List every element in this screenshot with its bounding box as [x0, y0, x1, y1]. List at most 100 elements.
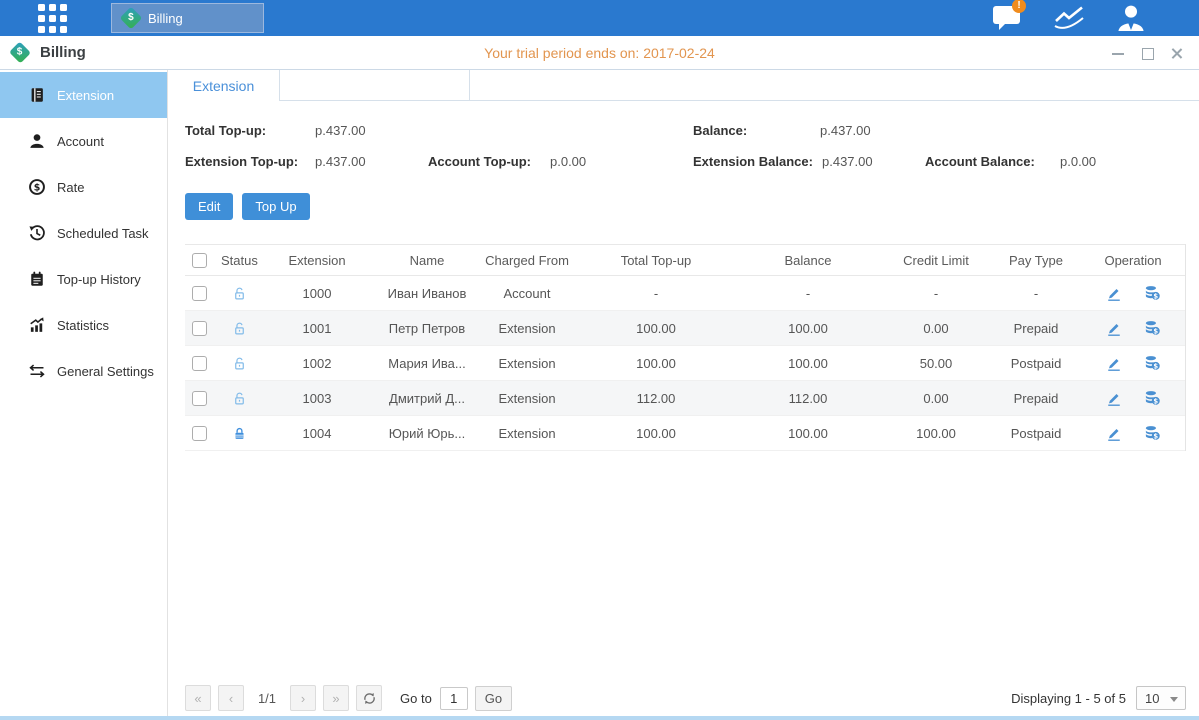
- cell-balance: 112.00: [735, 381, 881, 416]
- billing-diamond-icon: $: [120, 7, 143, 30]
- column-header-charged-from: Charged From: [477, 245, 577, 276]
- top-up-button[interactable]: Top Up: [242, 193, 309, 220]
- column-header-total-top-up: Total Top-up: [577, 245, 735, 276]
- status-unlocked-icon[interactable]: [232, 355, 247, 372]
- notepad-icon: [28, 270, 46, 288]
- status-unlocked-icon[interactable]: [232, 390, 247, 407]
- edit-button[interactable]: Edit: [185, 193, 233, 220]
- edit-row-icon[interactable]: [1105, 389, 1123, 407]
- row-checkbox[interactable]: [192, 391, 207, 406]
- window-bottom-edge: [0, 716, 1199, 720]
- cell-total-topup: 100.00: [577, 346, 735, 381]
- status-unlocked-icon[interactable]: [232, 285, 247, 302]
- sidebar-item-extension[interactable]: Extension: [0, 72, 167, 118]
- first-page-button[interactable]: «: [185, 685, 211, 711]
- messages-icon[interactable]: !: [991, 3, 1023, 33]
- status-unlocked-icon[interactable]: [232, 320, 247, 337]
- sidebar-item-rate[interactable]: Rate: [0, 164, 167, 210]
- last-page-button[interactable]: »: [323, 685, 349, 711]
- main-content: Extension Total Top-up: p.437.00 Balance…: [168, 70, 1199, 720]
- page-size-value: 10: [1145, 691, 1159, 706]
- extension-topup-label: Extension Top-up:: [185, 154, 315, 169]
- row-checkbox[interactable]: [192, 321, 207, 336]
- page-size-select[interactable]: 10: [1136, 686, 1186, 710]
- sidebar-item-label: Statistics: [57, 318, 109, 333]
- ledger-icon: [28, 86, 46, 104]
- status-locked-icon[interactable]: [232, 425, 247, 442]
- reports-chart-icon[interactable]: [1053, 3, 1085, 33]
- table-row: 1003 Дмитрий Д... Extension 112.00 112.0…: [185, 381, 1185, 416]
- goto-page-input[interactable]: [440, 687, 468, 710]
- cell-extension: 1003: [257, 381, 377, 416]
- cell-charged-from: Extension: [477, 346, 577, 381]
- topup-row-icon[interactable]: [1143, 284, 1161, 302]
- topup-row-icon[interactable]: [1143, 389, 1161, 407]
- app-grid-icon[interactable]: [38, 4, 67, 33]
- column-header-pay-type: Pay Type: [991, 245, 1081, 276]
- sidebar-item-top-up-history[interactable]: Top-up History: [0, 256, 167, 302]
- minimize-button[interactable]: [1111, 46, 1125, 60]
- sidebar-item-account[interactable]: Account: [0, 118, 167, 164]
- maximize-button[interactable]: [1140, 46, 1154, 60]
- sidebar-item-scheduled-task[interactable]: Scheduled Task: [0, 210, 167, 256]
- account-topup-label: Account Top-up:: [428, 154, 550, 169]
- tab-empty-slot: [280, 70, 470, 101]
- column-header-status: Status: [221, 245, 257, 276]
- go-button[interactable]: Go: [475, 686, 512, 711]
- sidebar-item-statistics[interactable]: Statistics: [0, 302, 167, 348]
- row-checkbox[interactable]: [192, 356, 207, 371]
- cell-name: Иван Иванов: [377, 276, 477, 311]
- cell-total-topup: 112.00: [577, 381, 735, 416]
- sidebar-item-label: Extension: [57, 88, 114, 103]
- edit-row-icon[interactable]: [1105, 284, 1123, 302]
- edit-row-icon[interactable]: [1105, 354, 1123, 372]
- topup-row-icon[interactable]: [1143, 354, 1161, 372]
- topup-row-icon[interactable]: [1143, 424, 1161, 442]
- table-header-row: StatusExtensionNameCharged FromTotal Top…: [185, 245, 1185, 276]
- refresh-button[interactable]: [356, 685, 382, 711]
- edit-row-icon[interactable]: [1105, 424, 1123, 442]
- prev-page-button[interactable]: ‹: [218, 685, 244, 711]
- notification-badge: !: [1012, 0, 1026, 13]
- sidebar-item-general-settings[interactable]: General Settings: [0, 348, 167, 394]
- table-row: 1001 Петр Петров Extension 100.00 100.00…: [185, 311, 1185, 346]
- topbar-right: !: [991, 3, 1147, 33]
- cell-total-topup: 100.00: [577, 311, 735, 346]
- column-header-operation: Operation: [1081, 245, 1185, 276]
- cell-pay-type: -: [991, 276, 1081, 311]
- extension-balance-value: p.437.00: [822, 154, 925, 169]
- column-header-credit-limit: Credit Limit: [881, 245, 991, 276]
- close-button[interactable]: [1169, 46, 1183, 60]
- tab-extension[interactable]: Extension: [168, 70, 280, 101]
- trial-notice: Your trial period ends on: 2017-02-24: [484, 45, 715, 61]
- edit-row-icon[interactable]: [1105, 319, 1123, 337]
- cell-pay-type: Prepaid: [991, 381, 1081, 416]
- app-tab-billing[interactable]: $ Billing: [111, 3, 264, 33]
- user-account-icon[interactable]: [1115, 3, 1147, 33]
- sidebar-item-label: Account: [57, 134, 104, 149]
- extension-topup-value: p.437.00: [315, 154, 428, 169]
- row-checkbox[interactable]: [192, 426, 207, 441]
- column-header-balance: Balance: [735, 245, 881, 276]
- cell-charged-from: Extension: [477, 381, 577, 416]
- cell-pay-type: Postpaid: [991, 346, 1081, 381]
- cell-name: Петр Петров: [377, 311, 477, 346]
- cell-total-topup: -: [577, 276, 735, 311]
- next-page-button[interactable]: ›: [290, 685, 316, 711]
- select-all-checkbox[interactable]: [192, 253, 207, 268]
- cell-total-topup: 100.00: [577, 416, 735, 451]
- cell-credit-limit: 100.00: [881, 416, 991, 451]
- sidebar-item-label: Scheduled Task: [57, 226, 149, 241]
- window-title: Billing: [40, 44, 86, 61]
- column-header-name: Name: [377, 245, 477, 276]
- history-clock-icon: [28, 224, 46, 242]
- sidebar: Extension Account Rate Scheduled Task To…: [0, 70, 168, 720]
- topbar: $ Billing !: [0, 0, 1199, 36]
- displaying-text: Displaying 1 - 5 of 5: [1011, 691, 1126, 706]
- cell-pay-type: Postpaid: [991, 416, 1081, 451]
- topup-row-icon[interactable]: [1143, 319, 1161, 337]
- window-titlebar: $ Billing Your trial period ends on: 201…: [0, 36, 1199, 70]
- cell-extension: 1002: [257, 346, 377, 381]
- cell-credit-limit: 0.00: [881, 311, 991, 346]
- row-checkbox[interactable]: [192, 286, 207, 301]
